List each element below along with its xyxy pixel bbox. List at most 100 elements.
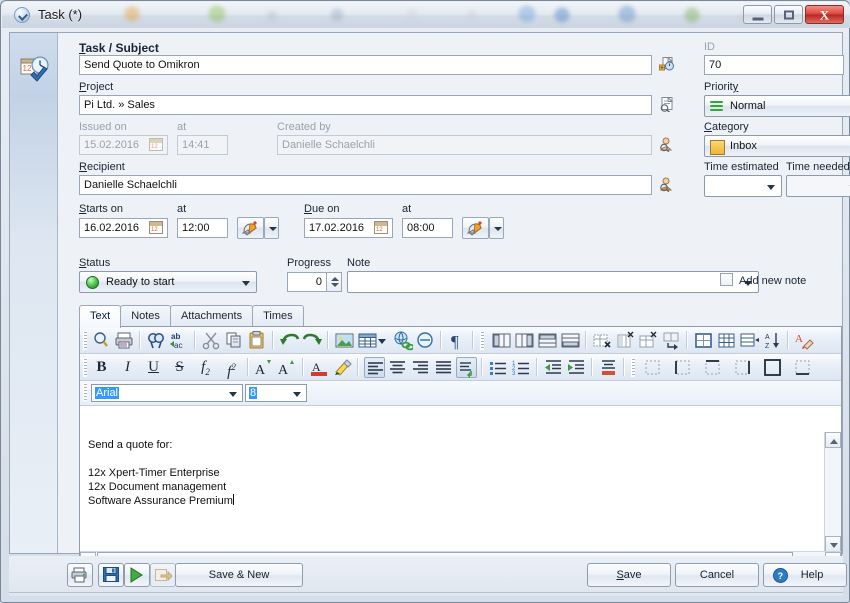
note-dropdown[interactable]: [347, 271, 759, 293]
toolbar-grip[interactable]: [83, 383, 87, 401]
save-button[interactable]: Save: [587, 563, 671, 587]
align-left-icon[interactable]: [364, 357, 385, 378]
scroll-down-button[interactable]: [825, 536, 841, 552]
align-center-icon[interactable]: [387, 357, 408, 378]
calendar-icon[interactable]: [374, 221, 388, 234]
table-grid-icon[interactable]: [716, 330, 737, 351]
italic-icon[interactable]: I: [117, 357, 138, 378]
sort-icon[interactable]: AZ: [762, 330, 783, 351]
undo-icon[interactable]: [279, 330, 300, 351]
status-dropdown[interactable]: Ready to start: [79, 271, 257, 293]
scroll-up-button[interactable]: [825, 432, 841, 448]
due-alarm-dropdown[interactable]: [489, 217, 504, 239]
calendar-icon[interactable]: [149, 221, 163, 234]
border-right-icon[interactable]: [732, 357, 753, 378]
insert-column-right-icon[interactable]: [514, 330, 535, 351]
project-input[interactable]: [79, 95, 652, 115]
paste-icon[interactable]: [247, 330, 268, 351]
strikethrough-icon[interactable]: S: [169, 357, 190, 378]
numbered-list-icon[interactable]: 123: [511, 357, 532, 378]
cancel-button[interactable]: Cancel: [675, 563, 759, 587]
priority-dropdown[interactable]: Normal: [704, 95, 850, 117]
forward-task-button[interactable]: [150, 563, 176, 587]
align-right-icon[interactable]: [410, 357, 431, 378]
recipient-input[interactable]: [79, 175, 652, 195]
clear-formatting-icon[interactable]: A: [794, 330, 815, 351]
due-alarm-button[interactable]: [462, 217, 489, 239]
bullet-list-icon[interactable]: [488, 357, 509, 378]
line-spacing-icon[interactable]: [456, 357, 477, 378]
align-justify-icon[interactable]: [433, 357, 454, 378]
table-properties-icon[interactable]: [739, 330, 760, 351]
insert-symbol-icon[interactable]: [415, 330, 436, 351]
progress-stepper[interactable]: [327, 272, 342, 292]
delete-table-icon[interactable]: [592, 330, 613, 351]
print-button[interactable]: [67, 563, 93, 587]
increase-indent-icon[interactable]: [566, 357, 587, 378]
editor-vertical-scrollbar[interactable]: [824, 432, 841, 552]
border-top-icon[interactable]: [702, 357, 723, 378]
replace-icon[interactable]: abac: [169, 330, 190, 351]
tab-notes[interactable]: Notes: [120, 305, 171, 327]
starts-alarm-button[interactable]: [237, 217, 264, 239]
starts-alarm-dropdown[interactable]: [264, 217, 279, 239]
save-icon-button[interactable]: [98, 563, 124, 587]
tab-times[interactable]: Times: [252, 305, 304, 327]
print-icon[interactable]: [114, 330, 135, 351]
user-lookup-icon[interactable]: [659, 137, 676, 152]
show-formatting-marks-icon[interactable]: ¶: [447, 330, 468, 351]
id-input[interactable]: [704, 55, 844, 75]
save-and-new-button[interactable]: Save & New: [175, 563, 303, 587]
help-button[interactable]: ? Help: [763, 563, 847, 587]
paragraph-background-icon[interactable]: [598, 357, 619, 378]
insert-column-left-icon[interactable]: [491, 330, 512, 351]
toolbar-grip[interactable]: [480, 331, 484, 350]
border-all-icon[interactable]: [762, 357, 783, 378]
delete-column-icon[interactable]: [615, 330, 636, 351]
project-lookup-icon[interactable]: [659, 97, 676, 112]
progress-input[interactable]: 0: [287, 272, 327, 292]
font-name-select[interactable]: Arial: [91, 384, 243, 402]
underline-icon[interactable]: U: [143, 357, 164, 378]
add-new-note-checkbox[interactable]: [720, 273, 733, 286]
bold-icon[interactable]: B: [91, 357, 112, 378]
insert-table-icon[interactable]: [357, 330, 378, 351]
task-subject-input[interactable]: [79, 55, 652, 75]
copy-icon[interactable]: [224, 330, 245, 351]
cut-icon[interactable]: [201, 330, 222, 351]
tab-attachments[interactable]: Attachments: [170, 305, 253, 327]
border-none-icon[interactable]: [642, 357, 663, 378]
decrease-font-size-icon[interactable]: A: [277, 357, 298, 378]
close-button[interactable]: X: [805, 5, 844, 24]
minimize-button[interactable]: [743, 5, 772, 24]
toolbar-grip[interactable]: [83, 358, 87, 377]
border-bottom-icon[interactable]: [792, 357, 813, 378]
superscript-icon[interactable]: f2: [221, 357, 242, 383]
border-left-icon[interactable]: [672, 357, 693, 378]
starts-at-input[interactable]: [177, 218, 228, 238]
font-size-select[interactable]: 8: [245, 384, 307, 402]
insert-hyperlink-icon[interactable]: [392, 330, 413, 351]
insert-table-dropdown-icon[interactable]: [376, 330, 388, 351]
maximize-button[interactable]: [774, 5, 803, 24]
highlight-color-icon[interactable]: [332, 357, 353, 378]
decrease-indent-icon[interactable]: [543, 357, 564, 378]
table-borders-icon[interactable]: [693, 330, 714, 351]
subscript-icon[interactable]: f2: [195, 357, 216, 383]
print-preview-icon[interactable]: [91, 330, 112, 351]
toolbar-grip[interactable]: [631, 358, 635, 377]
task-lookup-icon[interactable]: [659, 57, 676, 72]
start-task-button[interactable]: [124, 563, 150, 587]
insert-row-below-icon[interactable]: [560, 330, 581, 351]
font-color-icon[interactable]: A: [309, 357, 330, 378]
due-at-input[interactable]: [402, 218, 453, 238]
tab-text[interactable]: Text: [79, 305, 121, 328]
time-estimated-dropdown[interactable]: [704, 175, 782, 197]
insert-image-icon[interactable]: [334, 330, 355, 351]
redo-icon[interactable]: [302, 330, 323, 351]
toolbar-grip[interactable]: [83, 331, 87, 350]
user-lookup-icon[interactable]: [659, 177, 676, 192]
merge-cells-icon[interactable]: [661, 330, 682, 351]
editor-text-area[interactable]: Send a quote for: 12x Xpert-Timer Enterp…: [80, 432, 841, 569]
category-dropdown[interactable]: Inbox: [704, 135, 850, 157]
